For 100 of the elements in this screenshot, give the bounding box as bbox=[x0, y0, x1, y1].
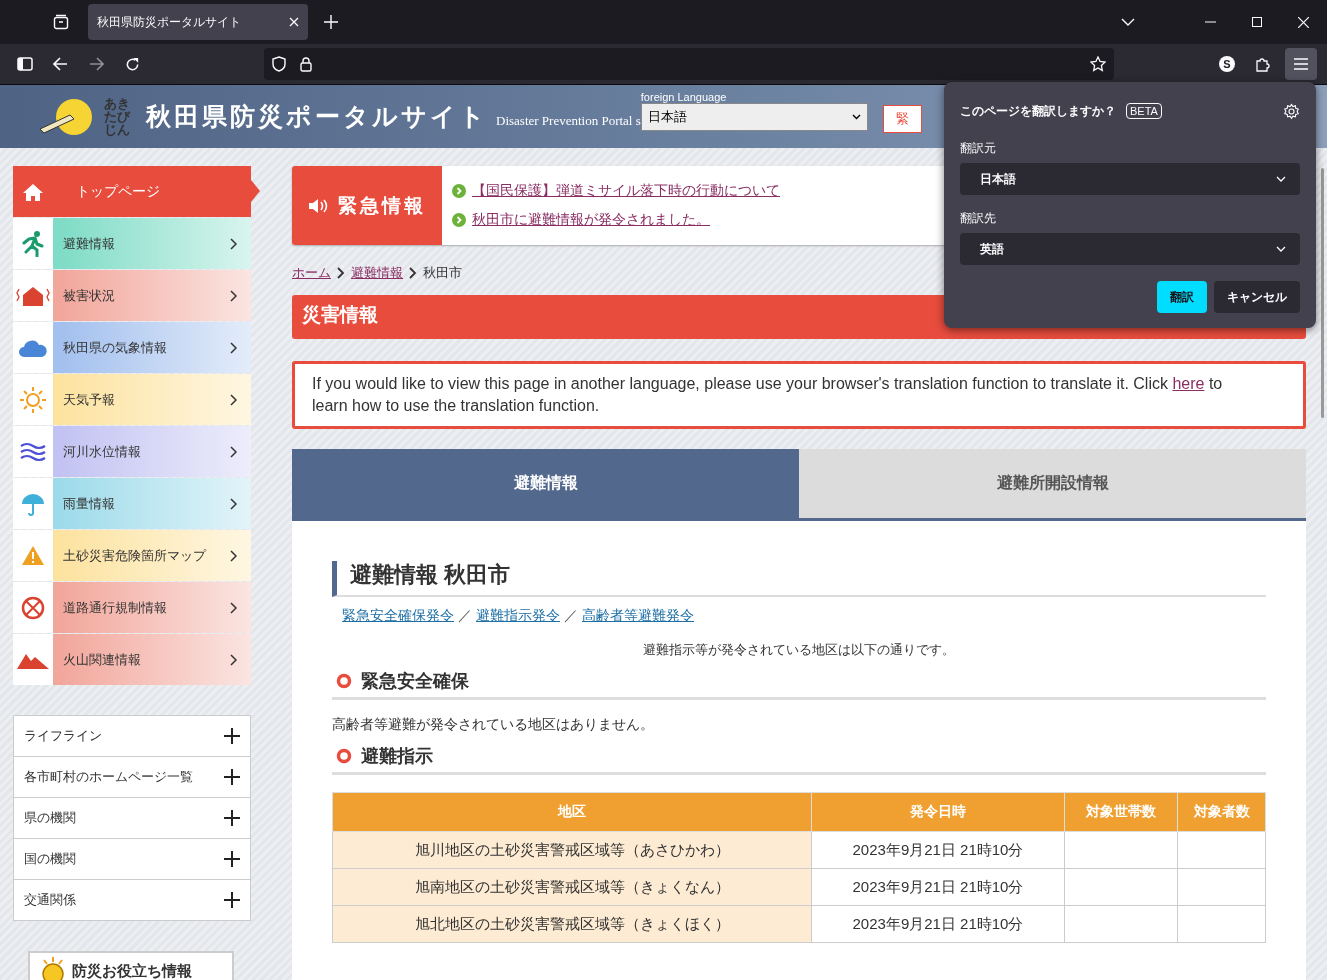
chevron-down-icon bbox=[1276, 176, 1286, 182]
sidebar-item[interactable]: 天気予報 bbox=[13, 374, 251, 425]
accordion-item[interactable]: 国の機関 bbox=[14, 839, 250, 880]
cancel-button[interactable]: キャンセル bbox=[1214, 281, 1300, 313]
speaker-icon bbox=[308, 197, 328, 214]
column-header: 対象世帯数 bbox=[1064, 792, 1178, 832]
sun-icon bbox=[19, 385, 47, 414]
sidebar-item[interactable]: 秋田県の気象情報 bbox=[13, 322, 251, 373]
address-field[interactable] bbox=[264, 48, 1114, 80]
source-language-select[interactable]: 日本語 bbox=[960, 163, 1300, 195]
emergency-link[interactable]: 秋田市に避難情報が発令されました。 bbox=[472, 211, 710, 229]
back-icon[interactable] bbox=[53, 57, 68, 71]
sidebar-item[interactable]: 河川水位情報 bbox=[13, 426, 251, 477]
subsection-title: 避難指示 bbox=[361, 745, 433, 768]
shaking-house-icon bbox=[16, 284, 50, 307]
field-label: 翻訳元 bbox=[960, 140, 997, 157]
sidebar-item[interactable]: 火山関連情報 bbox=[13, 634, 251, 685]
emergency-title: 緊急情報 bbox=[338, 193, 426, 218]
new-tab-icon[interactable] bbox=[324, 15, 338, 29]
shield-icon[interactable] bbox=[272, 56, 286, 72]
sidebar-item[interactable]: 道路通行規制情報 bbox=[13, 582, 251, 633]
chevron-right-icon bbox=[230, 237, 237, 250]
column-header: 発令日時 bbox=[811, 792, 1065, 832]
sidebar-item[interactable]: 土砂災害危険箇所マップ bbox=[13, 530, 251, 581]
site-title[interactable]: 秋田県防災ポータルサイト bbox=[146, 100, 488, 133]
chevron-down-icon bbox=[851, 113, 861, 120]
reload-icon[interactable] bbox=[125, 56, 140, 72]
tab[interactable]: 避難所開設情報 bbox=[799, 449, 1306, 518]
breadcrumb-link[interactable]: 避難情報 bbox=[351, 264, 403, 282]
menu-icon[interactable] bbox=[1294, 58, 1308, 70]
cloud-icon bbox=[18, 338, 48, 357]
settings-icon[interactable] bbox=[1283, 102, 1300, 120]
language-label: foreign Language bbox=[640, 90, 728, 103]
close-icon[interactable] bbox=[1298, 16, 1309, 28]
plus-icon bbox=[224, 851, 240, 867]
emergency-button[interactable]: 緊 bbox=[882, 104, 922, 133]
target-language-select[interactable]: 英語 bbox=[960, 233, 1300, 265]
column-header: 対象者数 bbox=[1177, 792, 1266, 832]
anchor-link[interactable]: 高齢者等避難発令 bbox=[582, 607, 694, 625]
chevron-right-icon bbox=[230, 653, 237, 666]
sidebar-icon[interactable] bbox=[17, 57, 33, 71]
anchor-link[interactable]: 避難指示発令 bbox=[476, 607, 560, 625]
separator: ／ bbox=[564, 607, 578, 625]
note-text: 避難指示等が発令されている地区は以下の通りです。 bbox=[642, 641, 956, 659]
subsection-title: 緊急安全確保 bbox=[361, 670, 469, 693]
breadcrumb-link[interactable]: ホーム bbox=[292, 264, 331, 282]
forward-icon[interactable] bbox=[89, 57, 104, 71]
star-icon[interactable] bbox=[1090, 56, 1106, 72]
language-select[interactable]: 日本語 bbox=[640, 102, 868, 131]
sidebar-item[interactable]: 雨量情報 bbox=[13, 478, 251, 529]
plus-icon bbox=[224, 810, 240, 826]
chevron-down-icon[interactable] bbox=[1121, 18, 1135, 26]
translate-button[interactable]: 翻訳 bbox=[1157, 281, 1207, 313]
menu-button[interactable] bbox=[1285, 48, 1317, 80]
maximize-icon[interactable] bbox=[1252, 17, 1262, 27]
tab-list-icon[interactable] bbox=[53, 14, 69, 30]
warning-icon bbox=[21, 545, 45, 566]
running-person-icon bbox=[21, 230, 45, 257]
beta-badge: BETA bbox=[1126, 103, 1162, 119]
breadcrumb-current: 秋田市 bbox=[423, 264, 462, 282]
sidebar-item[interactable]: 避難情報 bbox=[13, 218, 251, 269]
arrow-circle-icon bbox=[452, 184, 466, 198]
accordion-item[interactable]: 県の機関 bbox=[14, 798, 250, 839]
accordion-item[interactable]: 交通関係 bbox=[14, 880, 250, 920]
anchor-link[interactable]: 緊急安全確保発令 bbox=[342, 607, 454, 625]
field-label: 翻訳先 bbox=[960, 210, 997, 227]
house-icon bbox=[22, 182, 44, 201]
content-heading: 避難情報 秋田市 bbox=[332, 561, 1266, 597]
arrow-circle-icon bbox=[452, 213, 466, 227]
separator: ／ bbox=[458, 607, 472, 625]
ring-icon bbox=[336, 748, 352, 764]
site-subtitle: Disaster Prevention Portal s bbox=[496, 112, 641, 129]
no-entry-icon bbox=[21, 595, 45, 620]
column-header: 地区 bbox=[332, 792, 812, 832]
tab[interactable]: 避難情報 bbox=[292, 449, 799, 518]
chevron-right-icon bbox=[230, 289, 237, 302]
table-cell: 2023年9月21日 21時10分 bbox=[811, 905, 1065, 943]
body-text: 高齢者等避難が発令されている地区はありません。 bbox=[332, 716, 655, 734]
chevron-right-icon bbox=[230, 445, 237, 458]
scrollbar-thumb[interactable] bbox=[1321, 168, 1324, 418]
accordion-item[interactable]: 各市町村のホームページ一覧 bbox=[14, 757, 250, 798]
plus-icon bbox=[224, 769, 240, 785]
sidebar-item[interactable]: 被害状況 bbox=[13, 270, 251, 321]
table-cell: 旭川地区の土砂災害警戒区域等（あさひかわ） bbox=[332, 831, 812, 869]
table-cell: 旭南地区の土砂災害警戒区域等（きょくなん） bbox=[332, 868, 812, 906]
table-cell: 旭北地区の土砂災害警戒区域等（きょくほく） bbox=[332, 905, 812, 943]
close-icon[interactable] bbox=[289, 17, 299, 27]
table-cell: 2023年9月21日 21時10分 bbox=[811, 831, 1065, 869]
lock-icon[interactable] bbox=[300, 56, 312, 72]
accordion-item[interactable]: ライフライン bbox=[14, 716, 250, 757]
help-link[interactable]: here bbox=[1172, 375, 1205, 392]
puzzle-icon[interactable] bbox=[1255, 56, 1271, 72]
popup-title: このページを翻訳しますか？ bbox=[960, 102, 1116, 120]
waves-icon bbox=[20, 441, 46, 462]
chevron-right-icon bbox=[337, 267, 345, 279]
chevron-right-icon bbox=[230, 341, 237, 354]
emergency-link[interactable]: 【国民保護】弾道ミサイル落下時の行動について bbox=[472, 182, 780, 200]
browser-tab[interactable]: 秋田県防災ポータルサイト bbox=[88, 4, 308, 40]
info-banner[interactable]: 防災お役立ち情報 bbox=[28, 951, 234, 980]
account-avatar[interactable]: S bbox=[1219, 56, 1235, 72]
